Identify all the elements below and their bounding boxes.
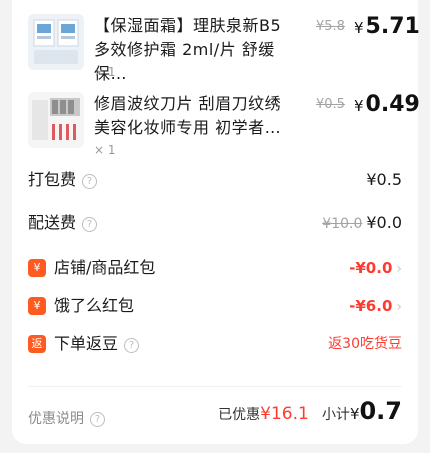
product-title: 【保湿面霜】理肤泉新B5多效修护霜 2ml/片 舒缓保… [94, 16, 282, 83]
help-icon[interactable]: ? [124, 338, 140, 353]
original-price: ¥5.8 [316, 19, 345, 34]
delivery-fee-label: 配送费 [28, 213, 77, 232]
shop-coupon-row[interactable]: ¥ 店铺/商品红包 -¥0.0 › [28, 256, 402, 280]
saved-label: 已优惠 [218, 407, 261, 423]
shop-coupon-value: -¥0.0 [349, 259, 393, 277]
coupon-badge-icon: ¥ [28, 259, 46, 277]
subtotal-amount: 0.7 [359, 397, 402, 425]
order-summary: 已优惠¥16.1 小计¥0.7 [218, 397, 402, 429]
divider [28, 386, 402, 387]
product-title: 修眉波纹刀片 刮眉刀纹绣美容化妆师专用 初学者… [94, 94, 282, 137]
shop-coupon-label: 店铺/商品红包 [54, 258, 156, 277]
chevron-right-icon: › [396, 299, 402, 315]
coupon-badge-icon: ¥ [28, 297, 46, 315]
beans-reward-row: 返下单返豆? 返30吃货豆 [28, 332, 402, 356]
beans-reward-value: 返30吃货豆 [328, 336, 402, 352]
product-quantity: × 1 [94, 65, 116, 79]
chevron-right-icon: › [396, 261, 402, 277]
eleme-coupon-row[interactable]: ¥ 饿了么红包 -¥6.0 › [28, 294, 402, 318]
delivery-fee-row: 配送费? ¥10.0 ¥0.0 [28, 211, 402, 235]
product-price: ¥5.71 [354, 14, 420, 39]
subtotal-label: 小计 [321, 407, 350, 423]
packing-fee-label: 打包费 [28, 170, 77, 189]
help-icon[interactable]: ? [82, 174, 98, 189]
product-image [28, 92, 84, 148]
packing-fee-value: ¥0.5 [366, 170, 402, 189]
order-item[interactable]: 修眉波纹刀片 刮眉刀纹绣美容化妆师专用 初学者… × 1 ¥0.5 ¥0.49 [28, 92, 420, 162]
eleme-coupon-value: -¥6.0 [349, 297, 393, 315]
help-icon[interactable]: ? [90, 412, 105, 427]
return-badge-icon: 返 [28, 335, 46, 353]
help-icon[interactable]: ? [82, 217, 98, 232]
product-quantity: × 1 [94, 143, 116, 157]
beans-reward-label: 下单返豆 [54, 334, 119, 353]
delivery-fee-value: ¥0.0 [366, 213, 402, 232]
order-card: 【保湿面霜】理肤泉新B5多效修护霜 2ml/片 舒缓保… × 1 ¥5.8 ¥5… [12, 0, 420, 444]
eleme-coupon-label: 饿了么红包 [54, 296, 135, 315]
product-image [28, 14, 84, 70]
saved-amount: ¥16.1 [260, 404, 309, 424]
packing-fee-row: 打包费? ¥0.5 [28, 168, 402, 192]
original-price: ¥0.5 [316, 97, 345, 112]
discount-note[interactable]: 优惠说明? [28, 408, 105, 428]
delivery-original-fee: ¥10.0 [322, 216, 363, 232]
order-item[interactable]: 【保湿面霜】理肤泉新B5多效修护霜 2ml/片 舒缓保… × 1 ¥5.8 ¥5… [28, 14, 420, 84]
product-price: ¥0.49 [354, 92, 420, 117]
